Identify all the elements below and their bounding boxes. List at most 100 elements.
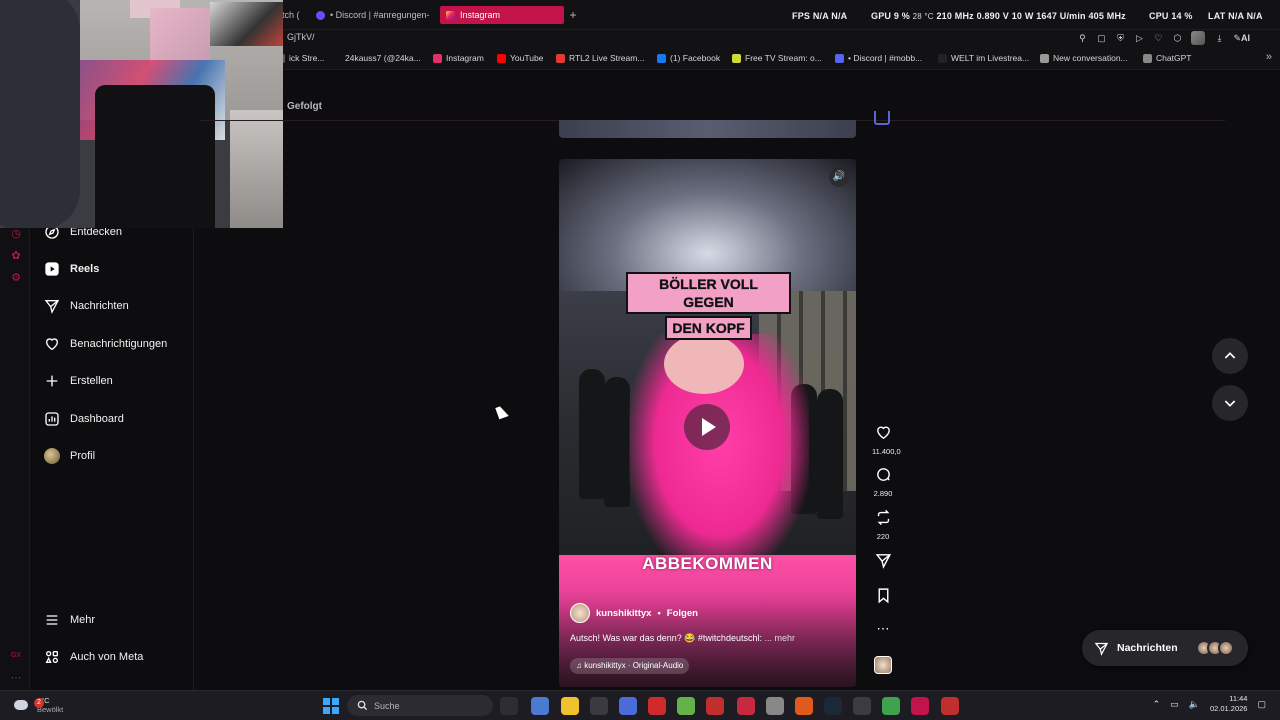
reels-icon <box>45 262 59 276</box>
tab-discord[interactable]: • Discord | #anregungen- <box>310 6 434 24</box>
notifications-icon[interactable]: ▢ <box>1257 699 1266 710</box>
bookmark-item[interactable]: 24kauss7 (@24ka... <box>332 53 421 63</box>
bookmark-item[interactable]: Instagram <box>433 53 484 63</box>
nav-label: Mehr <box>70 614 96 626</box>
sound-icon[interactable]: 🔊 <box>829 167 849 187</box>
like-action[interactable]: 11.400,0 <box>872 424 901 456</box>
reel-video[interactable]: BÖLLER VOLL GEGEN DEN KOPF ABBEKOMMEN 🔊 … <box>559 159 856 687</box>
taskbar-app-icon[interactable] <box>619 697 637 715</box>
speaker-icon[interactable]: 🔈 <box>1189 699 1200 710</box>
taskbar-app-icon[interactable] <box>500 697 518 715</box>
weather-widget[interactable]: 2 2°C Bewölkt <box>14 696 63 714</box>
more-icon[interactable]: ⋯ <box>10 672 22 684</box>
search-placeholder: Suche <box>374 700 400 711</box>
nav-profil[interactable]: Profil <box>44 448 95 464</box>
taskbar-app-icon[interactable] <box>853 697 871 715</box>
play-icon[interactable]: ▷ <box>1134 33 1144 44</box>
share-action[interactable] <box>872 552 894 574</box>
more-link[interactable]: ... mehr <box>764 633 795 643</box>
network-icon[interactable]: ▭ <box>1170 699 1179 710</box>
nav-dashboard[interactable]: Dashboard <box>44 411 124 427</box>
taskbar-app-icon[interactable] <box>531 697 549 715</box>
history-icon[interactable]: ◷ <box>10 228 22 240</box>
following-label[interactable]: Gefolgt <box>287 101 322 112</box>
author-name[interactable]: kunshikittyx <box>596 608 651 619</box>
reel-hat <box>664 334 744 394</box>
shield-icon[interactable]: ⛨ <box>1115 33 1125 44</box>
nav-benachrichtigungen[interactable]: Benachrichtigungen <box>44 336 167 352</box>
repost-action[interactable]: 220 <box>872 509 894 541</box>
heart-icon[interactable]: ♡ <box>1153 33 1163 44</box>
windows-start-icon[interactable] <box>323 698 339 714</box>
settings-icon[interactable]: ⚙ <box>10 272 22 284</box>
previous-reel-button[interactable] <box>1212 338 1248 374</box>
taskbar-app-icon[interactable] <box>561 697 579 715</box>
caption-text: Autsch! Was war das denn? 😂 #twitchdeuts… <box>570 633 762 643</box>
comment-count: 2.890 <box>873 489 893 498</box>
address-bar-icons: ⚲ ▢ ⛨ ▷ ♡ ⬡ ⤓ ✎AI <box>1077 30 1250 46</box>
taskbar-app-icon[interactable] <box>706 697 724 715</box>
tab-instagram[interactable]: Instagram <box>440 6 564 24</box>
comment-action[interactable]: 2.890 <box>872 466 894 498</box>
chevron-up-icon[interactable]: ⌃ <box>1153 699 1161 710</box>
audio-thumbnail[interactable] <box>874 656 892 674</box>
taskbar-app-icon[interactable] <box>766 697 784 715</box>
bookmark-item[interactable]: New conversation... <box>1040 53 1128 63</box>
extensions-icon[interactable]: ✿ <box>10 250 22 262</box>
taskbar-app-icon[interactable] <box>824 697 842 715</box>
new-tab-button[interactable]: + <box>566 8 580 22</box>
plus-icon <box>46 375 58 387</box>
bookmark-item[interactable]: WELT im Livestrea... <box>938 53 1029 63</box>
taskbar-app-icon[interactable] <box>648 697 666 715</box>
next-reel-button[interactable] <box>1212 385 1248 421</box>
more-options-icon[interactable]: ⋯ <box>872 620 894 637</box>
ai-button[interactable]: ✎AI <box>1233 33 1250 44</box>
play-button[interactable] <box>684 404 730 450</box>
caption-line: BÖLLER VOLL GEGEN <box>626 272 791 314</box>
snapshot-icon[interactable]: ▢ <box>1096 33 1106 44</box>
extensions-icon[interactable]: ⬡ <box>1172 33 1182 44</box>
taskbar-app-icon[interactable] <box>737 697 755 715</box>
follow-button[interactable]: Folgen <box>667 608 698 619</box>
taskbar-search[interactable]: Suche <box>347 695 493 716</box>
taskbar-app-icon[interactable] <box>941 697 959 715</box>
url-text[interactable]: GjTkV/ <box>287 32 315 42</box>
bookmarks-more-icon[interactable]: » <box>1266 51 1272 63</box>
bookmark-item[interactable]: ChatGPT <box>1143 53 1191 63</box>
save-action[interactable] <box>872 587 894 609</box>
profile-avatar[interactable] <box>1191 31 1206 45</box>
bookmark-item[interactable]: Free TV Stream: o... <box>732 53 822 63</box>
paper-plane-icon <box>1094 642 1109 656</box>
taskbar-app-icon[interactable] <box>882 697 900 715</box>
nav-nachrichten[interactable]: Nachrichten <box>44 298 129 314</box>
nav-erstellen[interactable]: Erstellen <box>44 373 113 389</box>
bookmark-icon <box>1143 53 1152 63</box>
previous-reel[interactable] <box>559 120 856 138</box>
bookmark-item[interactable]: ick Stre... <box>276 53 324 63</box>
bookmark-item[interactable]: (1) Facebook <box>657 53 720 63</box>
pin-icon[interactable]: ⚲ <box>1077 33 1087 44</box>
heart-icon <box>45 338 59 351</box>
save-icon-previous[interactable] <box>874 111 890 125</box>
nav-auch-von-meta[interactable]: Auch von Meta <box>44 649 143 665</box>
taskbar-app-icon[interactable] <box>795 697 813 715</box>
bookmark-item[interactable]: • Discord | #mobb... <box>835 53 922 63</box>
tab-label: tch ( <box>282 10 300 20</box>
taskbar-app-icon[interactable] <box>590 697 608 715</box>
download-icon[interactable]: ⤓ <box>1214 33 1224 44</box>
bookmark-item[interactable]: YouTube <box>497 53 543 63</box>
gx-icon[interactable]: GX <box>10 650 22 662</box>
audio-label: kunshikittyx · Original-Audio <box>584 661 684 670</box>
bookmark-item[interactable]: RTL2 Live Stream... <box>556 53 644 63</box>
taskbar-app-icon[interactable] <box>911 697 929 715</box>
nav-reels[interactable]: Reels <box>44 261 99 277</box>
like-count: 11.400,0 <box>872 447 901 456</box>
nav-mehr[interactable]: Mehr <box>44 612 95 628</box>
audio-badge[interactable]: ♫ kunshikittyx · Original-Audio <box>570 658 690 674</box>
bookmark-icon <box>433 53 442 63</box>
messages-pill[interactable]: Nachrichten <box>1082 630 1248 666</box>
taskbar-app-icon[interactable] <box>677 697 695 715</box>
clock[interactable]: 11:44 02.01.2026 <box>1210 694 1248 714</box>
chevron-up-icon <box>1224 352 1236 359</box>
author-avatar[interactable] <box>570 603 590 623</box>
